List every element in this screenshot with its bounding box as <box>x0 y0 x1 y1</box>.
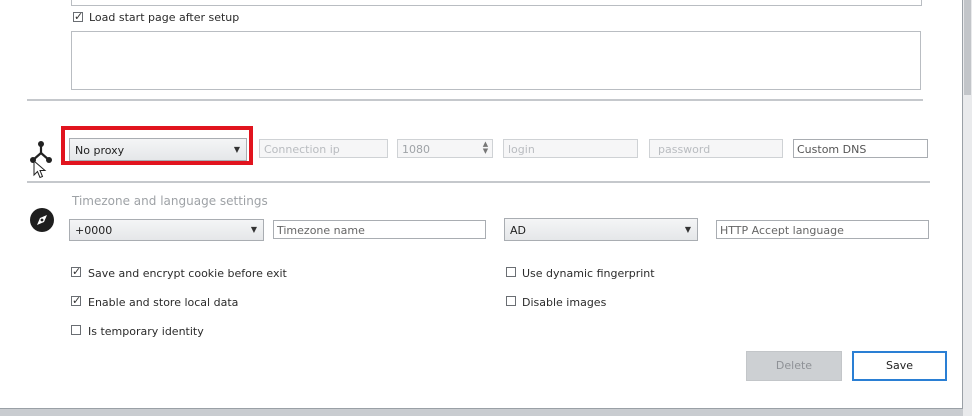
timezone-section-title: Timezone and language settings <box>72 194 268 208</box>
local-data-checkbox[interactable] <box>71 294 81 307</box>
chevron-down-icon: ▼ <box>684 225 691 234</box>
save-cookie-label: Save and encrypt cookie before exit <box>88 267 287 280</box>
timezone-name-input[interactable]: Timezone name <box>273 220 486 239</box>
stepper-arrows-icon[interactable]: ▲ ▼ <box>481 141 490 155</box>
disable-images-label: Disable images <box>522 296 607 309</box>
password-placeholder: password <box>658 143 711 156</box>
delete-button[interactable]: Delete <box>746 351 842 381</box>
local-data-label: Enable and store local data <box>88 296 239 309</box>
login-placeholder: login <box>508 143 535 156</box>
temporary-identity-checkbox[interactable] <box>71 325 81 335</box>
timezone-offset-value: +0000 <box>75 224 113 237</box>
dynamic-fingerprint-checkbox[interactable] <box>506 267 516 277</box>
vertical-scrollbar[interactable] <box>963 0 972 416</box>
compass-icon <box>29 207 55 233</box>
password-input[interactable]: password <box>649 139 783 158</box>
highlight-box <box>61 126 253 165</box>
save-cookie-checkbox[interactable] <box>71 265 81 278</box>
timezone-name-placeholder: Timezone name <box>277 224 365 237</box>
custom-dns-placeholder: Custom DNS <box>797 143 867 156</box>
settings-panel: Load start page after setup No proxy ▼ C… <box>0 0 963 409</box>
language-select[interactable]: AD ▼ <box>504 218 698 241</box>
load-start-page-checkbox[interactable] <box>73 10 83 23</box>
timezone-offset-select[interactable]: +0000 ▼ <box>69 219 264 241</box>
login-input[interactable]: login <box>503 139 638 158</box>
dynamic-fingerprint-label: Use dynamic fingerprint <box>522 267 655 280</box>
connection-ip-input[interactable]: Connection ip <box>259 139 388 158</box>
top-field-edge <box>71 0 922 6</box>
divider-middle <box>27 181 930 183</box>
port-value: 1080 <box>402 143 430 156</box>
language-value: AD <box>510 224 526 237</box>
chevron-down-icon: ▼ <box>250 225 257 234</box>
custom-dns-input[interactable]: Custom DNS <box>793 139 928 158</box>
divider-top <box>27 99 923 101</box>
port-stepper[interactable]: 1080 ▲ ▼ <box>397 139 493 158</box>
save-button[interactable]: Save <box>852 351 947 381</box>
accept-language-input[interactable]: HTTP Accept language <box>716 220 929 239</box>
temporary-identity-label: Is temporary identity <box>88 325 204 338</box>
accept-language-placeholder: HTTP Accept language <box>720 224 844 237</box>
connection-ip-placeholder: Connection ip <box>264 143 340 156</box>
mouse-pointer-icon <box>33 159 47 180</box>
disable-images-checkbox[interactable] <box>506 296 516 306</box>
start-page-textarea[interactable] <box>71 31 921 90</box>
load-start-page-label: Load start page after setup <box>89 11 240 24</box>
scrollbar-thumb[interactable] <box>964 0 971 95</box>
